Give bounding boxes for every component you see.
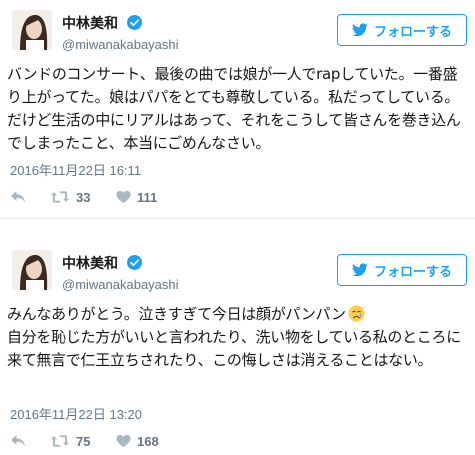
twitter-bird-icon	[351, 263, 368, 277]
tweet-separator	[0, 218, 475, 240]
tweet-text: みんなありがとう。泣きすぎて今日は顔がパンパン 自分を恥じた方がいいと言われたり…	[7, 303, 469, 372]
follow-button[interactable]: フォローする	[337, 254, 467, 286]
like-button[interactable]: 168	[116, 434, 159, 449]
avatar[interactable]	[12, 10, 52, 50]
follow-label: フォローする	[373, 24, 452, 40]
display-name[interactable]: 中林美和	[62, 13, 118, 33]
user-handle[interactable]: @miwanakabayashi	[62, 37, 179, 52]
like-count: 111	[137, 189, 158, 205]
like-count: 168	[137, 433, 159, 449]
tweet-text-line1: みんなありがとう。泣きすぎて今日は顔がパンパン	[7, 305, 346, 323]
heart-icon	[116, 434, 131, 448]
tweet-timestamp[interactable]: 2016年11月22日 16:11	[10, 160, 141, 179]
tweet-card: 中林美和 @miwanakabayashi フォローする バンドのコンサート、最…	[0, 0, 475, 218]
retweet-icon	[51, 191, 69, 203]
twitter-bird-icon	[351, 23, 368, 37]
like-button[interactable]: 111	[116, 190, 157, 205]
tweet-text: バンドのコンサート、最後の曲では娘が一人でrapしていた。一番盛り上がってた。娘…	[7, 65, 461, 152]
author-names: 中林美和 @miwanakabayashi	[62, 12, 179, 52]
reply-button[interactable]	[10, 434, 40, 448]
tweet-header: 中林美和 @miwanakabayashi フォローする	[12, 250, 467, 294]
verified-badge-icon	[127, 255, 143, 270]
tweet-actions: 33 111	[10, 187, 157, 207]
verified-badge-icon	[127, 15, 143, 30]
reply-icon	[11, 191, 25, 203]
follow-button[interactable]: フォローする	[337, 14, 467, 46]
retweet-count: 75	[76, 433, 91, 449]
author-names: 中林美和 @miwanakabayashi	[62, 252, 179, 292]
tweet-card: 中林美和 @miwanakabayashi フォローする みんなありがとう。泣き…	[0, 240, 475, 455]
tweet-timestamp[interactable]: 2016年11月22日 13:20	[10, 404, 142, 423]
reply-icon	[11, 435, 25, 447]
tweet-header: 中林美和 @miwanakabayashi フォローする	[12, 10, 467, 54]
retweet-button[interactable]: 33	[50, 190, 108, 205]
reply-button[interactable]	[10, 190, 40, 204]
retweet-button[interactable]: 75	[50, 434, 108, 449]
follow-label: フォローする	[373, 264, 452, 280]
display-name[interactable]: 中林美和	[62, 253, 118, 273]
tweet-actions: 75 168	[10, 431, 159, 451]
heart-icon	[116, 190, 131, 204]
tweet-text-line2: 自分を恥じた方がいいと言われたり、洗い物をしている私のところに来て無言で仁王立ち…	[7, 328, 461, 369]
crying-face-emoji	[348, 305, 365, 322]
retweet-count: 33	[76, 189, 91, 205]
user-handle[interactable]: @miwanakabayashi	[62, 277, 179, 292]
avatar[interactable]	[12, 250, 52, 290]
retweet-icon	[51, 435, 69, 447]
